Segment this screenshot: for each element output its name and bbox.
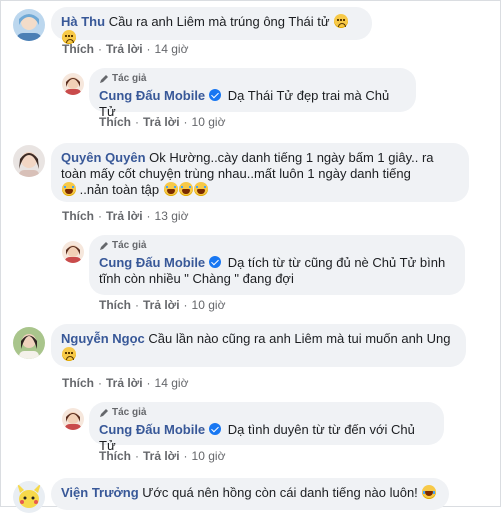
author-badge: Tác giả (99, 407, 432, 419)
reply-button[interactable]: Trả lời (106, 42, 143, 56)
comment-text: toàn mấy cốt chuyện trùng nhau..mất luôn… (61, 166, 411, 181)
author-badge: Tác giả (99, 240, 453, 252)
avatar[interactable] (13, 9, 45, 41)
avatar[interactable] (13, 145, 45, 177)
reply-bubble: Tác giả Cung Đấu Mobile Dạ Thái Tử đẹp t… (89, 68, 416, 119)
separator: · (183, 298, 188, 312)
comment-actions: Thích · Trả lời · 14 giờ (62, 42, 188, 56)
like-button[interactable]: Thích (62, 209, 94, 223)
comment-author[interactable]: Hà Thu (61, 14, 105, 29)
crying-face-icon (178, 182, 193, 196)
comment-bubble: Quyên Quyên Ok Hường..cày danh tiếng 1 n… (51, 143, 469, 202)
author-badge-label: Tác giả (112, 240, 147, 251)
avatar[interactable] (62, 408, 84, 430)
separator: · (146, 376, 151, 390)
separator: · (98, 376, 102, 390)
comment-text: Ok Hường..cày danh tiếng 1 ngày bấm 1 gi… (149, 150, 434, 165)
crying-face-icon (193, 182, 208, 196)
comment-line: Quyên Quyên Ok Hường..cày danh tiếng 1 n… (61, 150, 457, 166)
separator: · (146, 209, 151, 223)
reply-button[interactable]: Trả lời (143, 449, 180, 463)
author-badge-label: Tác giả (112, 73, 147, 84)
timestamp[interactable]: 10 giờ (192, 298, 226, 312)
separator: · (183, 115, 188, 129)
verified-icon (209, 256, 222, 268)
reply-button[interactable]: Trả lời (106, 376, 143, 390)
reply-button[interactable]: Trả lời (106, 209, 143, 223)
author-badge: Tác giả (99, 73, 404, 85)
separator: · (146, 42, 151, 56)
reply-line: Cung Đấu Mobile Dạ tích từ từ cũng đủ nè… (99, 255, 453, 271)
like-button[interactable]: Thích (62, 376, 94, 390)
reply-button[interactable]: Trả lời (143, 298, 180, 312)
separator: · (98, 42, 102, 56)
sad-face-icon (62, 347, 76, 361)
reply-author[interactable]: Cung Đấu Mobile (99, 422, 205, 437)
comment-author[interactable]: Nguyễn Ngọc (61, 331, 145, 346)
like-button[interactable]: Thích (99, 115, 131, 129)
separator: · (135, 298, 139, 312)
pen-icon (100, 409, 108, 417)
reply-author[interactable]: Cung Đấu Mobile (99, 255, 205, 270)
timestamp[interactable]: 10 giờ (192, 449, 226, 463)
laughing-face-icon (422, 485, 437, 499)
reply-actions: Thích · Trả lời · 10 giờ (99, 449, 225, 463)
comment-text: Ước quá nên hồng còn cái danh tiếng nào … (142, 485, 418, 500)
like-button[interactable]: Thích (99, 298, 131, 312)
separator: · (135, 115, 139, 129)
avatar[interactable] (13, 327, 45, 359)
timestamp[interactable]: 14 giờ (155, 42, 189, 56)
comment-author[interactable]: Quyên Quyên (61, 150, 146, 165)
comment-bubble: Hà Thu Cầu ra anh Liêm mà trúng ông Thái… (51, 7, 372, 44)
verified-icon (209, 423, 222, 435)
reply-author[interactable]: Cung Đấu Mobile (99, 88, 205, 103)
author-badge-label: Tác giả (112, 407, 147, 418)
comment-line: ..nản toàn tập (61, 182, 457, 198)
timestamp[interactable]: 10 giờ (192, 115, 226, 129)
separator: · (135, 449, 139, 463)
crying-face-icon (62, 182, 76, 196)
comment-text: ..nản toàn tập (79, 182, 160, 197)
separator: · (98, 209, 102, 223)
comment-actions: Thích · Trả lời · 13 giờ (62, 209, 188, 223)
comment-text: Cầu ra anh Liêm mà trúng ông Thái tử (108, 14, 330, 29)
timestamp[interactable]: 14 giờ (155, 376, 189, 390)
reply-bubble: Tác giả Cung Đấu Mobile Dạ tích từ từ cũ… (89, 235, 465, 295)
reply-bubble: Tác giả Cung Đấu Mobile Dạ tình duyên từ… (89, 402, 444, 453)
separator: · (183, 449, 188, 463)
reply-actions: Thích · Trả lời · 10 giờ (99, 115, 225, 129)
pen-icon (100, 242, 108, 250)
like-button[interactable]: Thích (99, 449, 131, 463)
avatar[interactable] (62, 241, 84, 263)
comment-bubble: Nguyễn Ngọc Cầu lần nào cũng ra anh Liêm… (51, 324, 466, 367)
reply-text: tĩnh còn nhiều " Chàng " đang đợi (99, 271, 294, 286)
timestamp[interactable]: 13 giờ (155, 209, 189, 223)
reply-actions: Thích · Trả lời · 10 giờ (99, 298, 225, 312)
crying-face-icon (163, 182, 178, 196)
sad-face-icon (334, 14, 349, 28)
pen-icon (100, 75, 108, 83)
comment-bubble: Viện Trưởng Ước quá nên hồng còn cái dan… (51, 478, 449, 510)
like-button[interactable]: Thích (62, 42, 94, 56)
reply-text: Dạ tích từ từ cũng đủ nè Chủ Tử bình (227, 255, 446, 270)
verified-icon (209, 89, 222, 101)
avatar[interactable] (13, 481, 45, 513)
comment-actions: Thích · Trả lời · 14 giờ (62, 376, 188, 390)
comment-author[interactable]: Viện Trưởng (61, 485, 139, 500)
avatar[interactable] (62, 73, 84, 95)
comment-text: Cầu lần nào cũng ra anh Liêm mà tui muốn… (148, 331, 451, 346)
reply-button[interactable]: Trả lời (143, 115, 180, 129)
